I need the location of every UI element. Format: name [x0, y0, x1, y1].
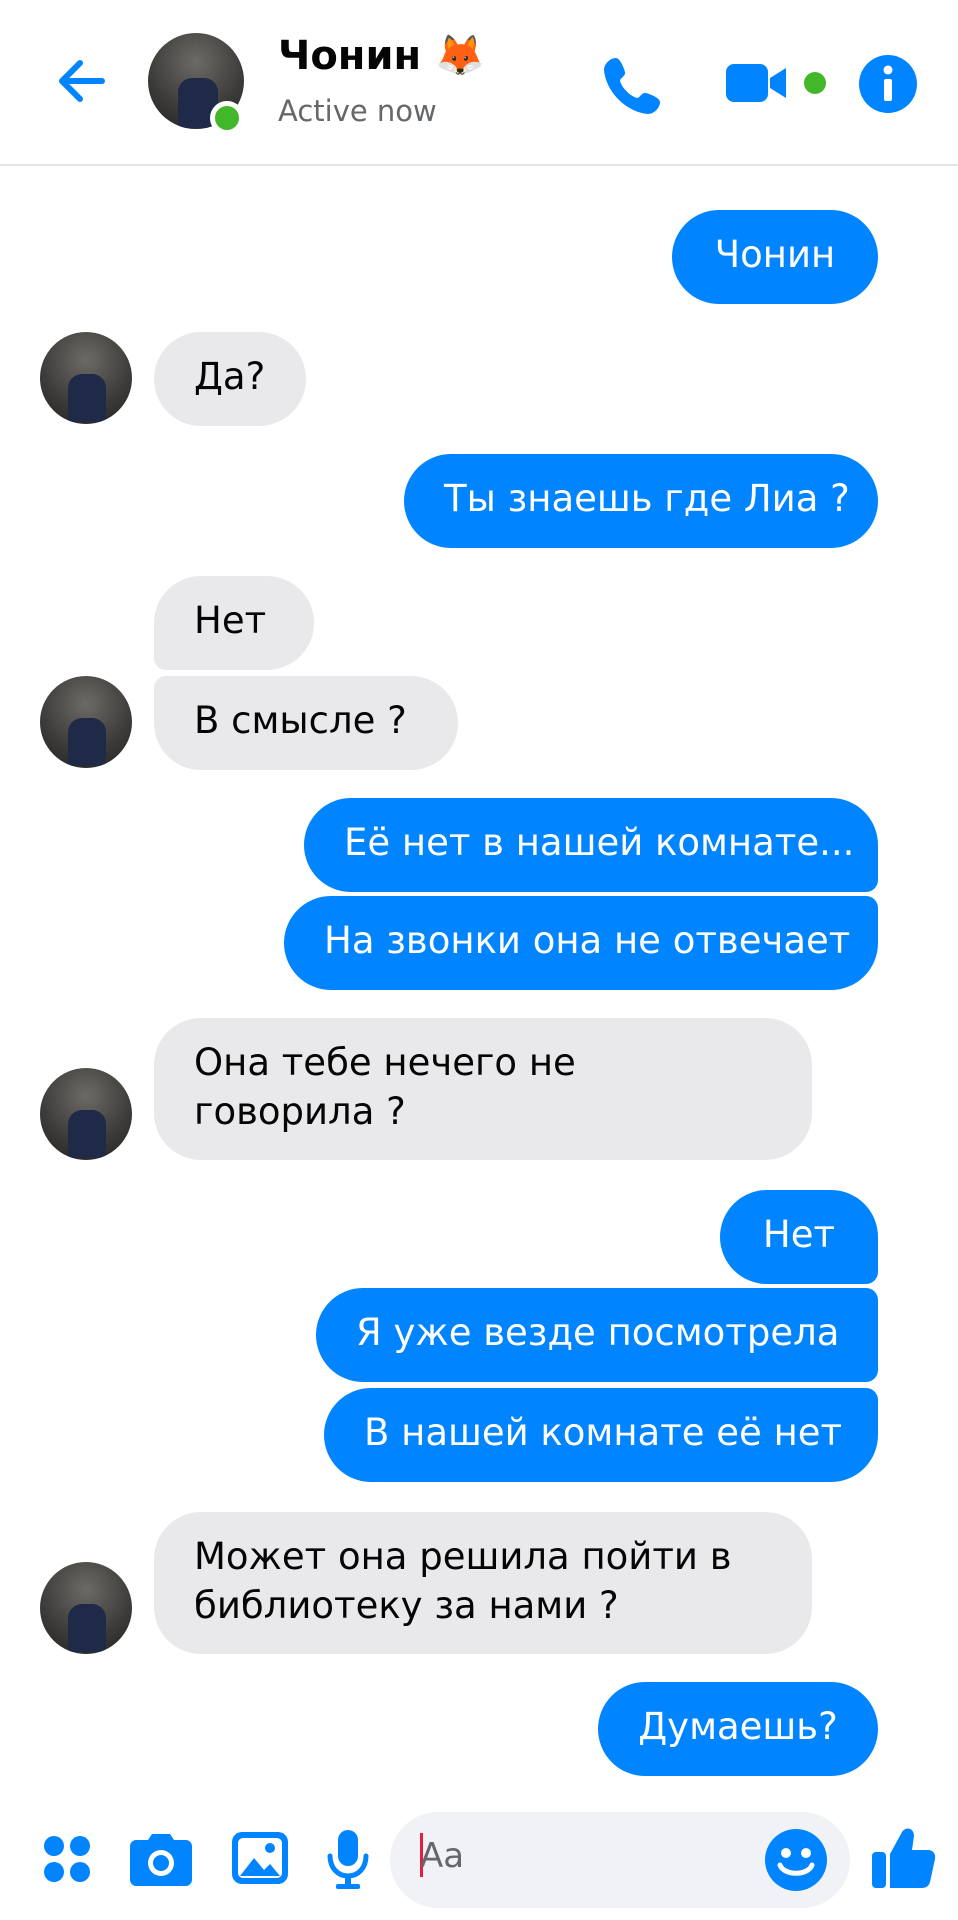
contact-name-text: Чонин [278, 33, 422, 79]
message-text: Её нет в нашей комнате... [344, 821, 855, 864]
message-text: На звонки она не отвечает [324, 919, 851, 962]
message-text: Я уже везде посмотрела [356, 1311, 840, 1354]
microphone-icon[interactable] [326, 1830, 370, 1890]
contact-name[interactable]: Чонин 🦊 [278, 32, 485, 79]
outgoing-message[interactable]: В нашей комнате её нет [324, 1388, 878, 1482]
message-text: Нет [194, 599, 267, 642]
outgoing-message[interactable]: Её нет в нашей комнате... [304, 798, 878, 892]
message-text: В смысле ? [194, 699, 407, 742]
message-text: Ты знаешь где Лиа ? [444, 477, 850, 520]
video-camera-icon[interactable] [724, 56, 790, 110]
incoming-message[interactable]: Да? [154, 332, 306, 426]
outgoing-message[interactable]: Я уже везде посмотрела [316, 1288, 878, 1382]
incoming-message[interactable]: Может она решила пойти в библиотеку за н… [154, 1512, 812, 1654]
message-text-line: Может она решила пойти в [194, 1535, 732, 1578]
contact-avatar-small[interactable] [40, 332, 132, 424]
messenger-chat-screen: Чонин 🦊 Active now Чонин Да? Ты знаешь г… [0, 0, 958, 1920]
contact-avatar-small[interactable] [40, 1068, 132, 1160]
message-text-line: говорила ? [194, 1090, 406, 1133]
video-active-dot [804, 72, 826, 94]
fox-emoji: 🦊 [435, 33, 485, 79]
outgoing-message[interactable]: На звонки она не отвечает [284, 896, 878, 990]
four-dots-icon[interactable] [42, 1834, 92, 1884]
chat-header: Чонин 🦊 Active now [0, 0, 958, 166]
contact-avatar-small[interactable] [40, 1562, 132, 1654]
back-arrow-icon[interactable] [50, 48, 116, 114]
image-icon[interactable] [232, 1832, 288, 1884]
message-text: Да? [194, 355, 266, 398]
incoming-message[interactable]: В смысле ? [154, 676, 458, 770]
message-text-line: Она тебе нечего не [194, 1041, 576, 1084]
message-text: В нашей комнате её нет [364, 1411, 843, 1454]
info-icon[interactable] [858, 54, 918, 114]
message-input-placeholder: Aa [420, 1836, 465, 1876]
thumbs-up-icon[interactable] [872, 1826, 936, 1890]
outgoing-message[interactable]: Чонин [672, 210, 878, 304]
message-text: Чонин [714, 233, 836, 276]
contact-avatar-small[interactable] [40, 676, 132, 768]
smiley-icon[interactable] [764, 1828, 828, 1892]
incoming-message[interactable]: Она тебе нечего не говорила ? [154, 1018, 812, 1160]
message-text: Нет [762, 1213, 836, 1256]
outgoing-message[interactable]: Нет [720, 1190, 878, 1284]
active-status-text: Active now [278, 94, 437, 128]
message-text: Думаешь? [638, 1705, 838, 1748]
camera-icon[interactable] [130, 1834, 192, 1886]
message-text-line: библиотеку за нами ? [194, 1584, 619, 1627]
outgoing-message[interactable]: Думаешь? [598, 1682, 878, 1776]
phone-icon[interactable] [598, 50, 668, 120]
active-status-dot [210, 101, 244, 135]
outgoing-message[interactable]: Ты знаешь где Лиа ? [404, 454, 878, 548]
incoming-message[interactable]: Нет [154, 576, 314, 670]
